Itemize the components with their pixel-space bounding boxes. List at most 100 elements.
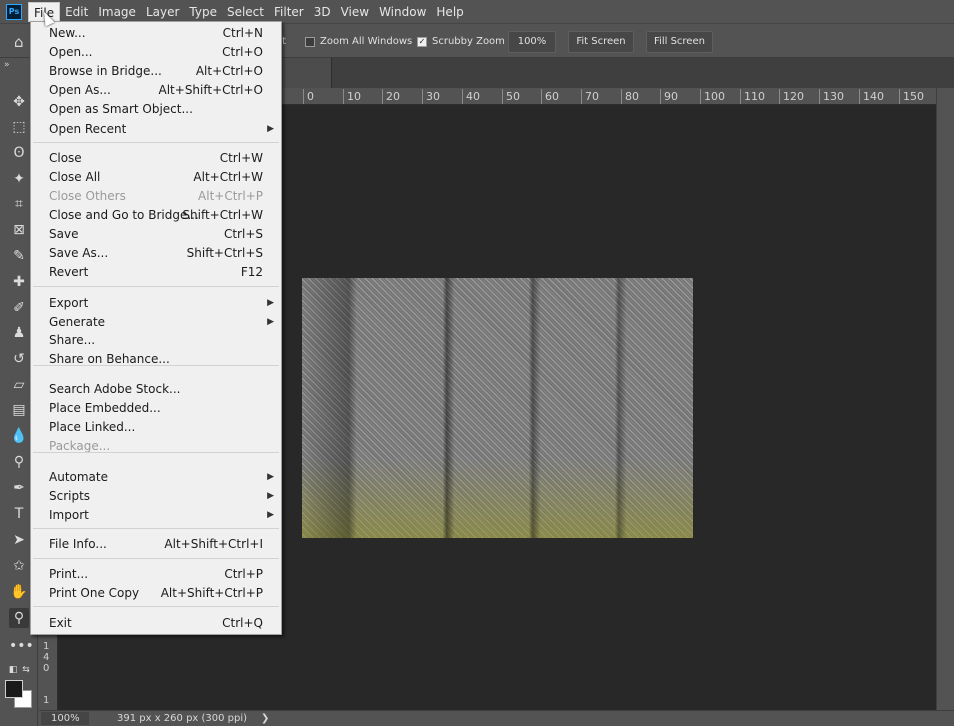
menu-item-label: Save As... — [49, 246, 109, 260]
menu-item-open-recent[interactable]: Open Recent ▶ — [31, 120, 281, 139]
checkbox-icon — [305, 37, 315, 47]
lasso-icon[interactable]: ʘ — [9, 143, 29, 163]
ruler-label: 90 — [660, 89, 678, 104]
menu-item-automate[interactable]: Automate ▶ — [31, 468, 281, 487]
menu-edit[interactable]: Edit — [60, 2, 93, 22]
healing-brush-icon[interactable]: ✚ — [9, 272, 29, 292]
menu-item-search-adobe-stock[interactable]: Search Adobe Stock... — [31, 380, 281, 399]
menu-item-revert[interactable]: Revert F12 — [31, 263, 281, 282]
foreground-color-swatch[interactable] — [5, 680, 23, 698]
menu-select[interactable]: Select — [222, 2, 269, 22]
menu-item-shortcut: Alt+Ctrl+O — [195, 64, 263, 78]
menu-type[interactable]: Type — [184, 2, 222, 22]
menu-filter[interactable]: Filter — [269, 2, 309, 22]
menu-item-label: Print One Copy — [49, 586, 140, 600]
move-icon[interactable]: ✥ — [9, 92, 29, 112]
ruler-label: 130 — [819, 89, 844, 104]
menu-item-export[interactable]: Export ▶ — [31, 294, 281, 313]
fit-screen-button[interactable]: Fit Screen — [568, 31, 634, 53]
checkmark-icon: ✓ — [417, 37, 427, 47]
menu-item-share-on-behance[interactable]: Share on Behance... — [31, 350, 281, 369]
fill-screen-button[interactable]: Fill Screen — [646, 31, 713, 53]
menu-item-close-others[interactable]: Close Others Alt+Ctrl+P — [31, 187, 281, 206]
vertical-scrollbar[interactable] — [936, 88, 954, 710]
magic-wand-icon[interactable]: ✦ — [9, 169, 29, 189]
app-logo: Ps — [6, 3, 22, 20]
menu-item-close-and-go-to-bridge[interactable]: Close and Go to Bridge... Shift+Ctrl+W — [31, 206, 281, 225]
menu-item-label: Scripts — [49, 489, 91, 503]
menu-help[interactable]: Help — [431, 2, 468, 22]
menu-item-open-as-smart-object[interactable]: Open as Smart Object... — [31, 100, 281, 119]
menu-item-label: Close Others — [49, 189, 126, 203]
menu-item-label: Export — [49, 296, 89, 310]
type-icon[interactable]: T — [9, 504, 29, 524]
menu-layer[interactable]: Layer — [141, 2, 184, 22]
menu-item-browse-in-bridge[interactable]: Browse in Bridge... Alt+Ctrl+O — [31, 62, 281, 81]
shape-icon[interactable]: ✩ — [9, 556, 29, 576]
menu-item-close[interactable]: Close Ctrl+W — [31, 149, 281, 168]
menu-item-open[interactable]: Open... Ctrl+O — [31, 43, 281, 62]
menu-item-print-one-copy[interactable]: Print One Copy Alt+Shift+Ctrl+P — [31, 584, 281, 603]
zoom-all-windows-label: Zoom All Windows — [320, 36, 413, 47]
eyedropper-icon[interactable]: ✎ — [9, 246, 29, 266]
menu-item-shortcut: Ctrl+N — [222, 26, 263, 40]
menu-item-print[interactable]: Print... Ctrl+P — [31, 565, 281, 584]
ruler-label: 110 — [740, 89, 765, 104]
gradient-icon[interactable]: ▤ — [9, 400, 29, 420]
menu-item-import[interactable]: Import ▶ — [31, 506, 281, 525]
menu-item-generate[interactable]: Generate ▶ — [31, 313, 281, 332]
menu-item-new[interactable]: New... Ctrl+N — [31, 24, 281, 43]
menu-item-open-as[interactable]: Open As... Alt+Shift+Ctrl+O — [31, 81, 281, 100]
status-menu-arrow-icon[interactable]: ❯ — [261, 712, 269, 725]
menu-item-save[interactable]: Save Ctrl+S — [31, 225, 281, 244]
document-image[interactable] — [302, 278, 693, 538]
scrubby-zoom-checkbox[interactable]: ✓ Scrubby Zoom — [417, 33, 505, 51]
menu-item-label: Place Linked... — [49, 420, 136, 434]
swap-colors-icon[interactable]: ⇆ — [16, 660, 36, 680]
marquee-icon[interactable]: ⬚ — [9, 117, 29, 137]
menu-item-shortcut: Alt+Ctrl+W — [193, 170, 263, 184]
history-brush-icon[interactable]: ↺ — [9, 349, 29, 369]
status-bar: 100% 391 px x 260 px (300 ppi) ❯ — [39, 710, 954, 726]
hand-icon[interactable]: ✋ — [9, 582, 29, 602]
more-tools-icon[interactable]: ••• — [9, 636, 34, 656]
path-selection-icon[interactable]: ➤ — [9, 530, 29, 550]
menu-item-place-embedded[interactable]: Place Embedded... — [31, 399, 281, 418]
dodge-icon[interactable]: ⚲ — [9, 452, 29, 472]
frame-icon[interactable]: ⊠ — [9, 220, 29, 240]
menu-view[interactable]: View — [336, 2, 374, 22]
menu-item-label: Import — [49, 508, 89, 522]
menu-separator — [33, 365, 279, 366]
ruler-label: 50 — [502, 89, 520, 104]
status-zoom-field[interactable]: 100% — [41, 712, 89, 725]
menu-separator — [33, 142, 279, 143]
clone-stamp-icon[interactable]: ♟ — [9, 323, 29, 343]
zoom-icon[interactable]: ⚲ — [9, 608, 29, 628]
menu-item-label: Search Adobe Stock... — [49, 382, 181, 396]
pen-icon[interactable]: ✒ — [9, 478, 29, 498]
crop-icon[interactable]: ⌗ — [9, 194, 29, 214]
zoom-percent-field[interactable]: 100% — [508, 31, 556, 53]
menu-item-save-as[interactable]: Save As... Shift+Ctrl+S — [31, 244, 281, 263]
blur-icon[interactable]: 💧 — [9, 426, 29, 446]
menu-item-share[interactable]: Share... — [31, 331, 281, 350]
menu-item-label: Close — [49, 151, 82, 165]
ruler-label: 100 — [700, 89, 725, 104]
menu-item-exit[interactable]: Exit Ctrl+Q — [31, 614, 281, 633]
menu-image[interactable]: Image — [93, 2, 141, 22]
menu-item-file-info[interactable]: File Info... Alt+Shift+Ctrl+I — [31, 535, 281, 554]
menu-item-label: Open Recent — [49, 122, 127, 136]
ruler-label: 1 — [43, 641, 50, 652]
menu-item-place-linked[interactable]: Place Linked... — [31, 418, 281, 437]
scrubby-zoom-label: Scrubby Zoom — [432, 36, 505, 47]
document-tab[interactable] — [282, 58, 332, 88]
menu-item-package[interactable]: Package... — [31, 437, 281, 456]
collapse-panel-icon[interactable]: » — [4, 60, 10, 70]
menu-item-close-all[interactable]: Close All Alt+Ctrl+W — [31, 168, 281, 187]
brush-icon[interactable]: ✐ — [9, 298, 29, 318]
menu-item-scripts[interactable]: Scripts ▶ — [31, 487, 281, 506]
menu-3d[interactable]: 3D — [309, 2, 336, 22]
zoom-all-windows-checkbox[interactable]: Zoom All Windows — [305, 33, 412, 51]
eraser-icon[interactable]: ▱ — [9, 375, 29, 395]
menu-window[interactable]: Window — [374, 2, 431, 22]
